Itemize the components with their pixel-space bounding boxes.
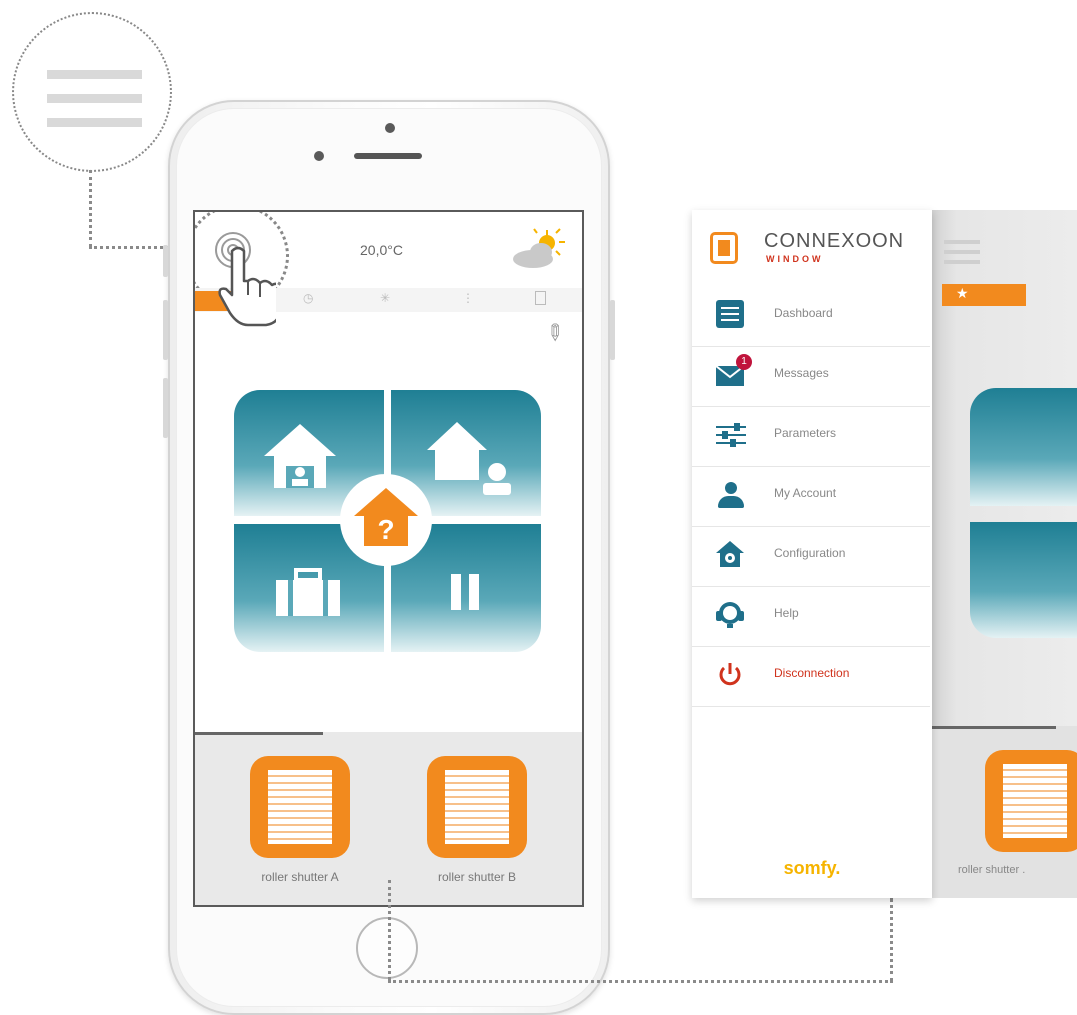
brand-subtitle: WINDOW: [766, 254, 824, 264]
edit-pencil-icon[interactable]: ✎: [539, 317, 570, 348]
hamburger-bar: [47, 118, 142, 127]
menu-item-label: Help: [774, 606, 799, 620]
pause-icon: [451, 574, 461, 610]
tab-clock-icon[interactable]: ◷: [303, 291, 313, 305]
preview-devices-tray: roller shutter .: [930, 726, 1077, 898]
somfy-logo: somfy.: [783, 858, 841, 878]
tab-trash-icon[interactable]: [535, 291, 546, 305]
dashboard-icon: [716, 300, 744, 328]
home-gear-icon: [716, 541, 744, 567]
hamburger-bar: [944, 240, 980, 244]
menu-item-label: Parameters: [774, 426, 837, 440]
house-person-icon: [264, 424, 336, 488]
roller-shutter-icon: [445, 770, 509, 844]
callout-connector: [890, 898, 893, 982]
tab-info-icon[interactable]: ⋮: [462, 291, 474, 305]
phone-home-button[interactable]: [356, 917, 418, 979]
user-icon: [716, 480, 744, 508]
callout-connector: [388, 880, 391, 980]
device-label: roller shutter B: [437, 870, 517, 884]
power-icon: [719, 663, 741, 686]
tray-scroll-indicator: [195, 732, 323, 735]
device-label: roller shutter A: [261, 870, 339, 884]
menu-item-label: Configuration: [774, 546, 846, 560]
messages-count-badge: 1: [736, 354, 752, 370]
menu-item-configuration[interactable]: Configuration: [692, 526, 930, 587]
phone-side-button: [163, 245, 168, 277]
device-roller-shutter-b[interactable]: [427, 756, 527, 858]
menu-item-label: Disconnection: [774, 666, 850, 680]
house-question-icon: ?: [354, 488, 418, 546]
hamburger-bar: [944, 260, 980, 264]
house-person-outside-icon: [427, 422, 511, 495]
headset-icon: [716, 602, 744, 628]
hamburger-bar: [944, 250, 980, 254]
weather-sun-cloud-icon: [507, 226, 567, 271]
connexoon-logo-icon: [710, 232, 738, 264]
roller-shutter-icon: [1003, 764, 1067, 838]
suitcase-icon: [276, 568, 340, 616]
preview-device-button: [985, 750, 1077, 852]
device-roller-shutter-a[interactable]: [250, 756, 350, 858]
phone-side-button: [610, 300, 615, 360]
tab-sun-icon[interactable]: ✳: [380, 291, 390, 305]
phone-speaker: [354, 153, 422, 159]
preview-tab-favorites: ★: [942, 284, 1026, 306]
sliders-icon: [716, 420, 746, 448]
menu-item-label: My Account: [774, 486, 837, 500]
roller-shutter-icon: [268, 770, 332, 844]
svg-text:?: ?: [377, 514, 394, 545]
menu-item-messages[interactable]: 1 Messages: [692, 346, 930, 407]
menu-item-label: Messages: [774, 366, 829, 380]
callout-connector: [89, 170, 92, 247]
hamburger-bar: [47, 70, 142, 79]
current-scenario-badge[interactable]: ?: [340, 474, 432, 566]
brand-title: CONNEXOON: [764, 230, 905, 252]
menu-item-disconnection[interactable]: Disconnection: [692, 646, 930, 707]
callout-connector: [388, 980, 893, 983]
menu-item-my-account[interactable]: My Account: [692, 466, 930, 527]
phone-side-button: [163, 378, 168, 438]
temperature-readout: 20,0°C: [360, 242, 403, 258]
menu-item-parameters[interactable]: Parameters: [692, 406, 930, 467]
preview-tile-home: [970, 388, 1077, 506]
menu-item-label: Dashboard: [774, 306, 833, 320]
phone-front-camera: [385, 123, 395, 133]
menu-item-help[interactable]: Help: [692, 586, 930, 647]
phone-sensor: [314, 151, 324, 161]
preview-tile-holiday: [970, 522, 1077, 638]
menu-item-dashboard[interactable]: Dashboard: [692, 286, 930, 347]
zoom-callout-menu-icon: [12, 12, 172, 172]
hand-pointer-icon: [218, 246, 276, 327]
hamburger-bar: [47, 94, 142, 103]
preview-device-label: roller shutter .: [958, 864, 1026, 876]
dimmed-app-preview: ★ roller shutter .: [930, 210, 1077, 898]
phone-side-button: [163, 300, 168, 360]
